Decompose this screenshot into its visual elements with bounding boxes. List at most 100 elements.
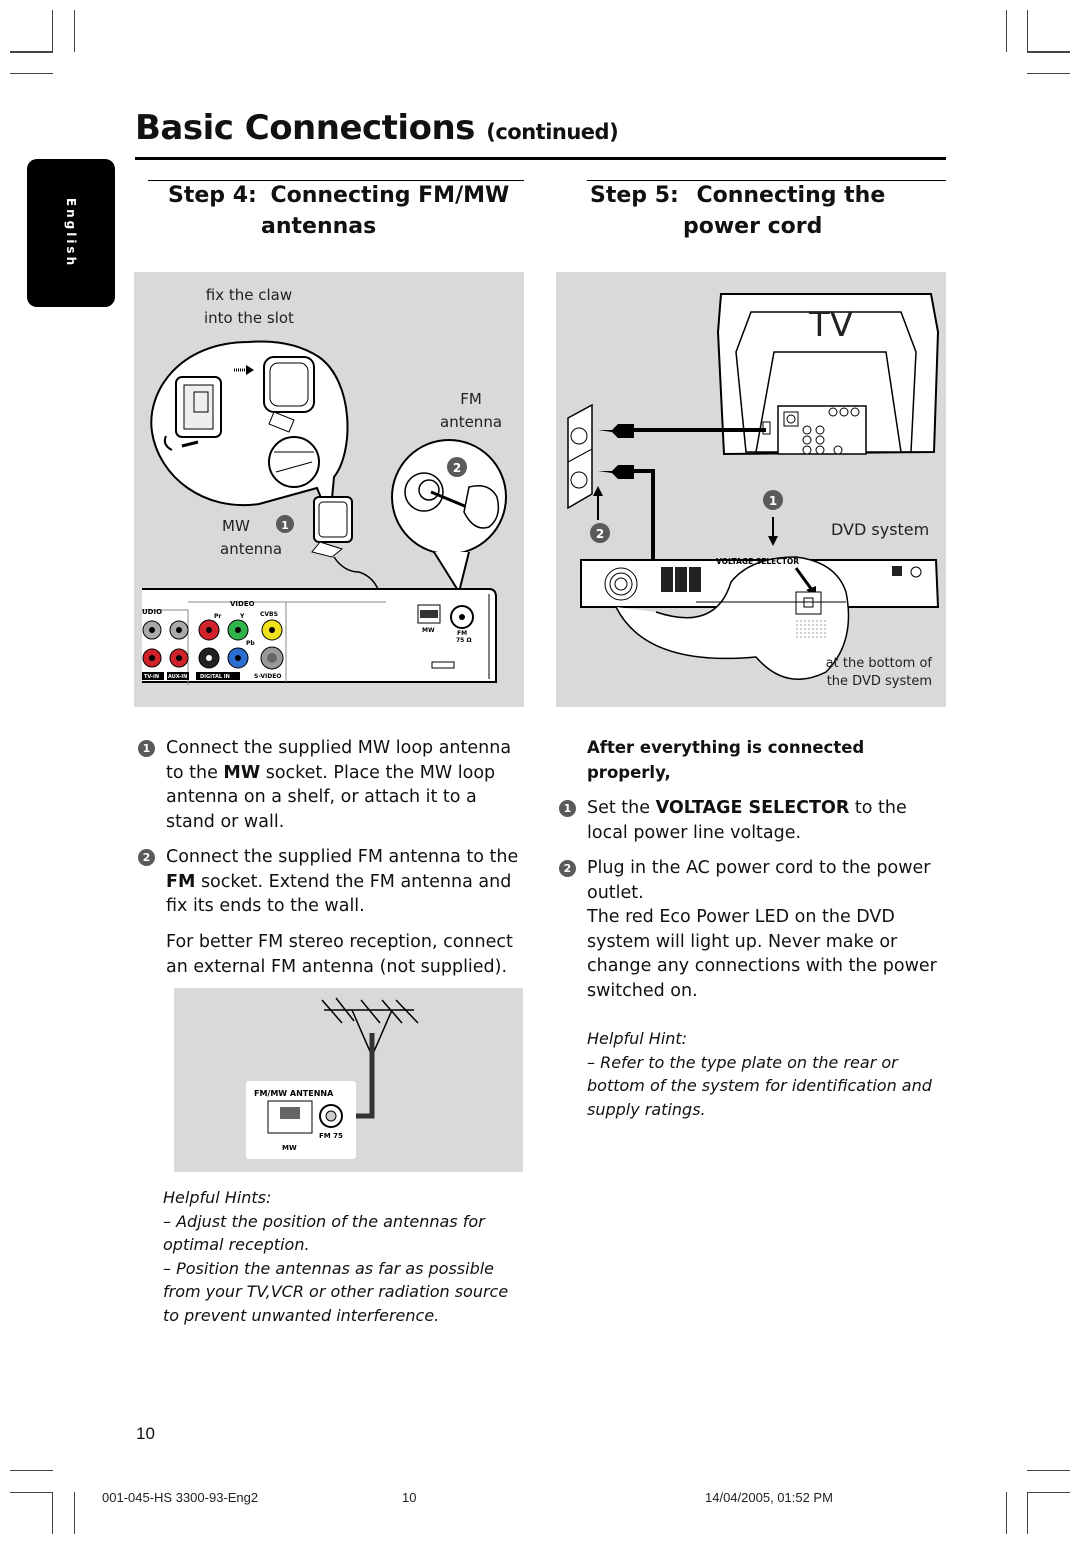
item-text: socket. Extend the FM antenna and fix it… xyxy=(166,871,512,917)
label-cvbs: CVBS xyxy=(260,611,278,618)
label-fm: FM xyxy=(457,630,467,637)
claw-caption: fix the claw into the slot xyxy=(204,284,294,330)
wall-outlet-icon xyxy=(567,403,593,510)
badge-2-icon: 2 xyxy=(559,860,576,877)
label-y: Y xyxy=(239,613,245,620)
step4-item-2: 2 Connect the supplied FM antenna to the… xyxy=(138,845,523,919)
voltage-switch-icon xyxy=(795,591,822,615)
page-number: 10 xyxy=(136,1424,155,1443)
crop-mark xyxy=(1027,1470,1070,1471)
dvd-power-cord xyxy=(596,469,655,572)
crop-mark xyxy=(74,1492,75,1534)
fm-label: FM xyxy=(460,390,482,408)
tv-plug-icon xyxy=(598,424,634,438)
power-diagram-illustration: 2 1 VOLTAGE SELECTOR xyxy=(567,293,940,680)
step4-heading: Step 4: Connecting FM/MW antennas xyxy=(168,180,509,242)
crop-mark xyxy=(74,10,75,52)
item-text: Connect the supplied FM antenna to the xyxy=(166,847,519,867)
mw-label: MW xyxy=(222,517,250,535)
step5-item-1: 1 Set the VOLTAGE SELECTOR to the local … xyxy=(559,796,944,845)
crop-mark xyxy=(52,1492,53,1534)
label-audio: UDIO xyxy=(142,608,162,616)
step4-heading-line2: antennas xyxy=(261,214,377,239)
power-badge-1: 1 xyxy=(769,494,777,508)
hints-title: Helpful Hints: xyxy=(163,1188,272,1207)
crop-mark xyxy=(1027,51,1070,53)
bottom-caption: at the bottom of the DVD system xyxy=(820,655,932,691)
fm-antenna-caption: FM antenna xyxy=(440,388,502,434)
fm-sub-label: antenna xyxy=(440,413,503,431)
power-badge-2: 2 xyxy=(596,527,604,541)
item-bold: FM xyxy=(166,871,196,892)
item-extra-text: The red Eco Power LED on the DVD system … xyxy=(587,907,937,1001)
step5-hint: Helpful Hint: – Refer to the type plate … xyxy=(587,1027,937,1121)
crop-mark xyxy=(1006,1492,1007,1534)
footer-page: 10 xyxy=(402,1490,417,1505)
label-mw: MW xyxy=(422,627,435,634)
diagram-badge-2: 2 xyxy=(453,461,461,475)
arrow-down-icon xyxy=(768,536,778,546)
mw-sub-label: antenna xyxy=(220,540,283,558)
badge-1-icon: 1 xyxy=(138,740,155,757)
external-antenna-diagram: FM/MW ANTENNA MW FM 75 xyxy=(174,988,523,1172)
crop-mark xyxy=(52,10,53,52)
language-tab: English xyxy=(27,159,115,307)
badge-2-icon: 2 xyxy=(138,849,155,866)
label-video: VIDEO xyxy=(230,600,255,608)
step5-item-2: 2 Plug in the AC power cord to the power… xyxy=(559,856,944,1003)
tv-label: TV xyxy=(809,305,854,345)
diagram-badge-1: 1 xyxy=(281,519,289,532)
step4-note: For better FM stereo reception, connect … xyxy=(166,932,513,977)
language-tab-label: English xyxy=(64,197,78,269)
external-antenna-illustration: FM/MW ANTENNA MW FM 75 xyxy=(246,997,419,1159)
item-bold: VOLTAGE SELECTOR xyxy=(655,798,850,818)
crop-mark xyxy=(10,73,53,74)
bottom-caption-line1: at the bottom of xyxy=(825,656,932,671)
title-rule xyxy=(135,157,946,160)
label-fm-ohm: 75 Ω xyxy=(456,637,472,644)
dvd-system-label: DVD system xyxy=(831,520,930,539)
crop-mark xyxy=(10,51,53,53)
claw-caption-line2: into the slot xyxy=(204,309,294,327)
label-pr: Pr xyxy=(214,613,221,620)
bottom-caption-line2: the DVD system xyxy=(826,674,932,689)
page-title-main: Basic Connections xyxy=(135,108,475,148)
item-text: Plug in the AC power cord to the power o… xyxy=(587,858,931,903)
crop-mark xyxy=(1027,73,1070,74)
crop-mark xyxy=(1027,10,1028,52)
step4-hints: Helpful Hints: – Adjust the position of … xyxy=(163,1186,523,1327)
crop-mark xyxy=(1027,1492,1070,1493)
label-tv-in: TV-IN xyxy=(144,674,159,680)
footer-timestamp: 14/04/2005, 01:52 PM xyxy=(705,1490,833,1505)
step5-subheading: After everything is connected properly, xyxy=(587,738,865,782)
mw-antenna-caption: MW antenna xyxy=(220,515,283,561)
claw-caption-line1: fix the claw xyxy=(205,286,293,304)
step4-item-1: 1 Connect the supplied MW loop antenna t… xyxy=(138,736,523,834)
mw-loop-icon xyxy=(263,356,315,413)
antenna-diagram-illustration: 2 1 UDIO VIDEO Pr Y Pb CVBS TV-IN AUX-IN… xyxy=(142,340,507,685)
step4-label: Step 4: xyxy=(168,183,257,208)
hint-item: – Refer to the type plate on the rear or… xyxy=(587,1052,932,1119)
crop-mark xyxy=(1006,10,1007,52)
hint-item: – Position the antennas as far as possib… xyxy=(163,1258,509,1325)
item-text: Set the xyxy=(587,798,656,818)
label-digital-in: DIGITAL IN xyxy=(200,674,230,680)
label-pb: Pb xyxy=(246,640,255,647)
step4-heading-line1: Connecting FM/MW xyxy=(270,183,510,208)
footer-doc-id: 001-045-HS 3300-93-Eng2 xyxy=(102,1490,259,1505)
ext-mw-label: MW xyxy=(282,1144,297,1152)
power-diagram: 2 1 VOLTAGE SELECTOR TV DVD system at th… xyxy=(556,272,946,707)
crop-mark xyxy=(10,1470,53,1471)
step5-heading-line1: Connecting the xyxy=(696,183,886,208)
fm-mw-antenna-label: FM/MW ANTENNA xyxy=(254,1089,334,1098)
page-title-suffix: (continued) xyxy=(486,120,619,144)
ext-fm-label: FM 75 xyxy=(319,1132,343,1140)
item-bold: MW xyxy=(223,762,261,783)
voltage-selector-label: VOLTAGE SELECTOR xyxy=(716,557,799,566)
crop-mark xyxy=(1027,1492,1028,1534)
crop-mark xyxy=(10,1492,53,1493)
hint-title: Helpful Hint: xyxy=(587,1029,688,1048)
badge-1-icon: 1 xyxy=(559,800,576,817)
label-s-video: S-VIDEO xyxy=(254,673,281,680)
label-aux-in: AUX-IN xyxy=(168,674,187,680)
